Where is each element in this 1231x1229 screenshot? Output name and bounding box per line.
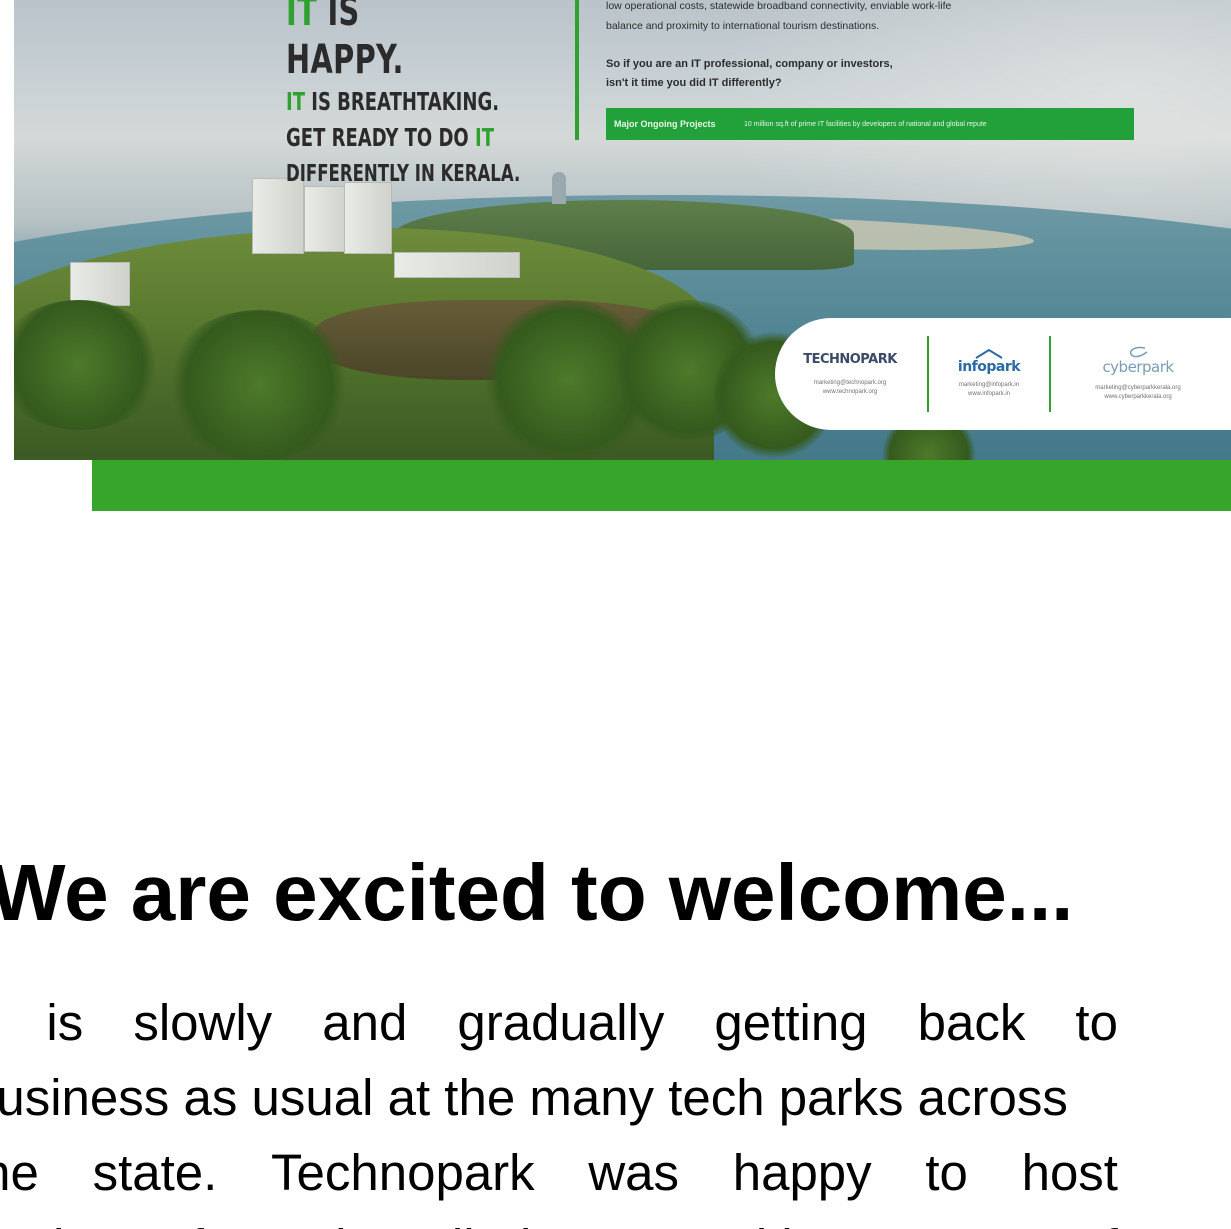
paragraph-word: to — [925, 1144, 968, 1201]
paragraph-word: students — [0, 1210, 161, 1229]
article-heading: We are excited to welcome... — [0, 848, 1074, 937]
paragraph-word: was — [588, 1144, 680, 1201]
logo-divider — [1049, 336, 1051, 412]
paragraph-word: slowly — [133, 994, 273, 1051]
banner-body-text: low operational costs, statewide broadba… — [606, 0, 952, 32]
swirl-icon — [1129, 346, 1148, 358]
green-accent-bar — [92, 460, 1231, 511]
logo-panel: TECHNOPARK marketing@technopark.org www.… — [775, 318, 1231, 430]
paragraph-line: Itisslowlyandgraduallygettingbackto — [0, 985, 1118, 1060]
paragraph-word: to — [1075, 994, 1118, 1051]
article-paragraph: Itisslowlyandgraduallygettingbackto busi… — [0, 985, 1118, 1229]
projects-label: Major Ongoing Projects — [614, 119, 716, 129]
banner-headline: IT IS HAPPY. IT IS BREATHTAKING. GET REA… — [286, 0, 521, 187]
paragraph-word: and — [322, 994, 408, 1051]
technopark-logo[interactable]: TECHNOPARK marketing@technopark.org www.… — [785, 332, 915, 416]
paragraph-word: is — [46, 994, 84, 1051]
headline-divider — [575, 0, 579, 140]
infopark-logo[interactable]: infopark marketing@infopark.in www.infop… — [941, 332, 1037, 416]
building — [304, 186, 348, 252]
paragraph-word: Technopark — [271, 1144, 535, 1201]
paragraph-line: the state. Technopark was happytohost — [0, 1135, 1118, 1210]
paragraph-word: tribal — [421, 1210, 532, 1229]
paragraph-word: host — [1021, 1144, 1118, 1201]
projects-text: 10 million sq.ft of prime IT facilities … — [744, 120, 987, 128]
paragraph-word: happy — [732, 1144, 872, 1201]
building — [344, 182, 392, 254]
paragraph-word: back — [917, 994, 1026, 1051]
paragraph-word: business as usual at the many tech parks… — [0, 1069, 1068, 1126]
paragraph-word: the — [321, 1210, 392, 1229]
projects-box: Major Ongoing Projects 10 million sq.ft … — [606, 108, 1134, 140]
paragraph-word: state. — [92, 1144, 218, 1201]
paragraph-line: business as usual at the many tech parks… — [0, 1060, 1118, 1135]
paragraph-word: from — [190, 1210, 292, 1229]
paragraph-word: getting — [714, 994, 868, 1051]
paragraph-word: the — [0, 1144, 39, 1201]
palm-tree — [164, 310, 354, 460]
cyberpark-logo[interactable]: cyberpark marketing@cyberparkkerala.org … — [1063, 332, 1213, 416]
paragraph-word: gradually — [457, 994, 665, 1051]
roof-icon — [975, 349, 1003, 359]
paragraph-word: part — [958, 1210, 1046, 1229]
paragraph-word: communities — [560, 1210, 846, 1229]
paragraph-word: as — [876, 1210, 930, 1229]
paragraph-word: of — [1075, 1210, 1118, 1229]
lighthouse — [552, 172, 566, 204]
building — [394, 252, 520, 278]
paragraph-line: students from the tribal communities as part of — [0, 1210, 1118, 1229]
logo-divider — [927, 336, 929, 412]
banner-cta-text: So if you are an IT professional, compan… — [606, 58, 893, 89]
